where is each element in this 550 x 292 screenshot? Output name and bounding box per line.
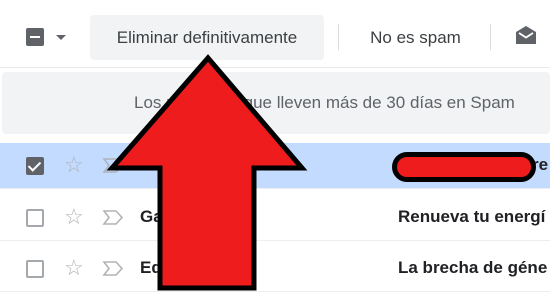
annotation-arrow bbox=[106, 54, 308, 291]
